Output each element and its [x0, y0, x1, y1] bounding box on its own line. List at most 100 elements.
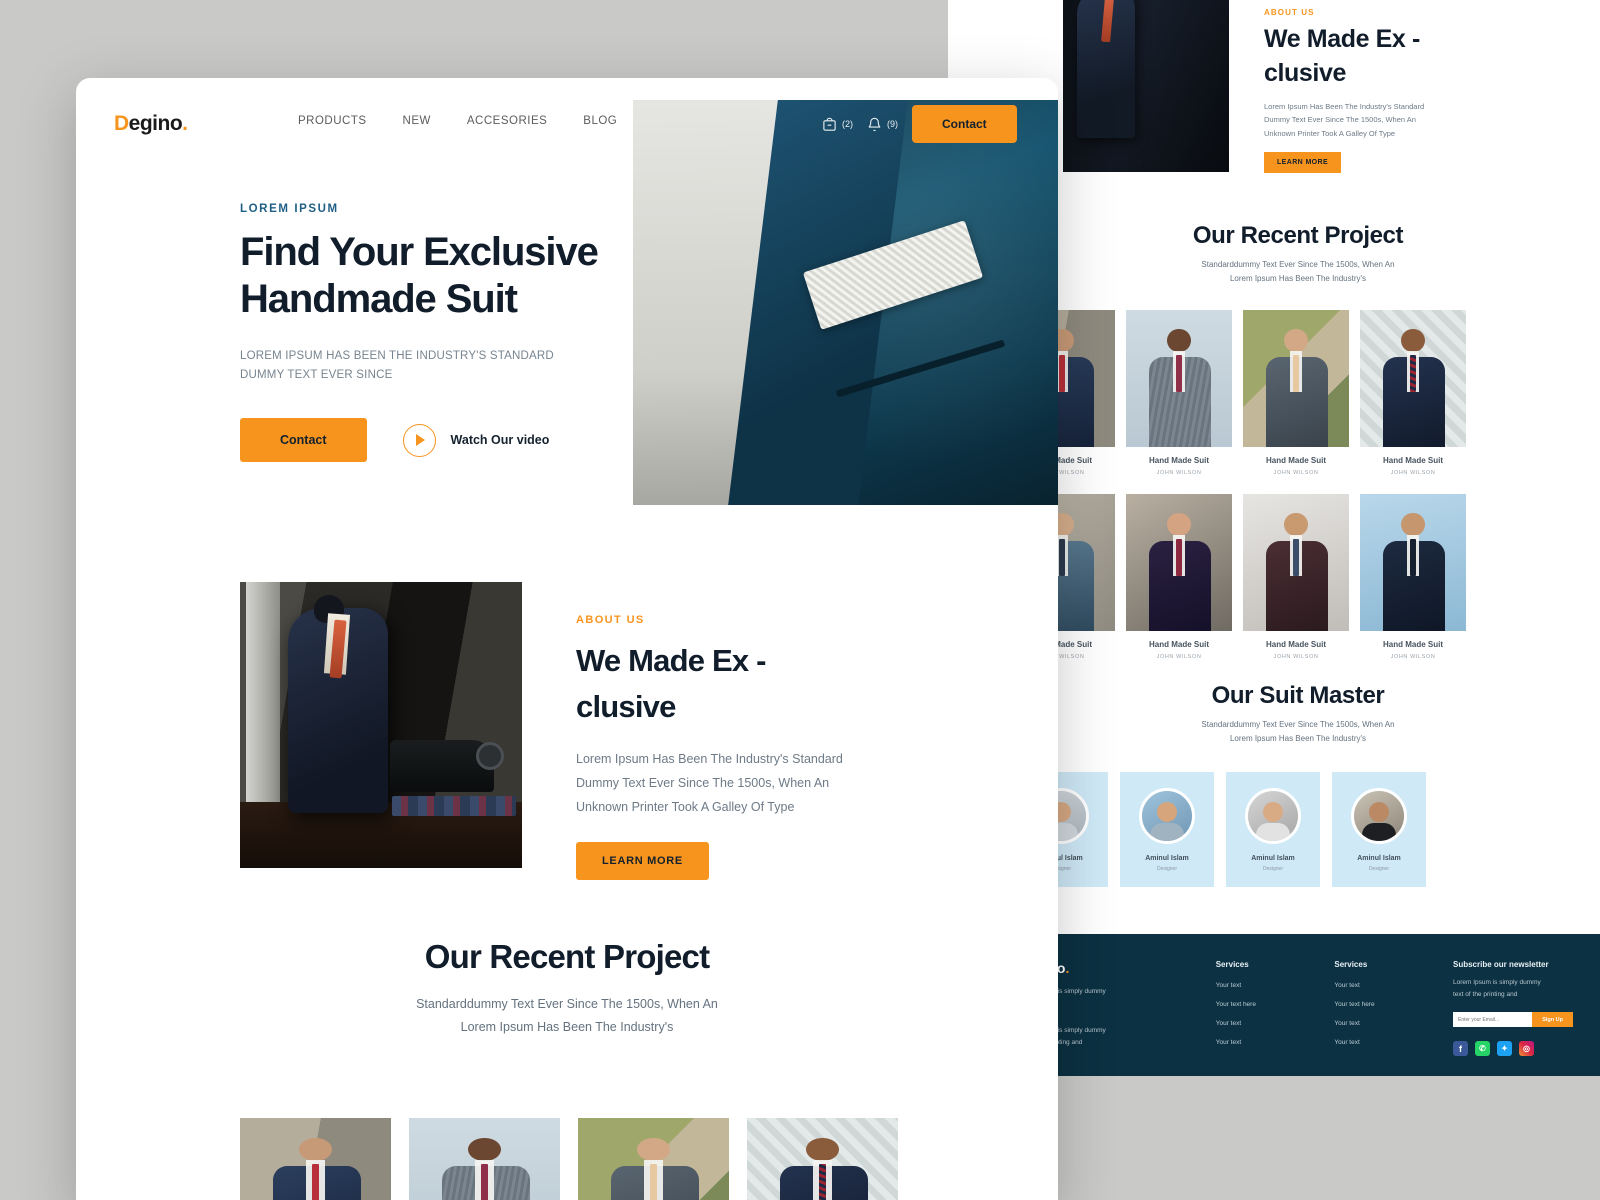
project-card-author: JOHN WILSON: [1156, 470, 1202, 476]
contact-button[interactable]: Contact: [912, 105, 1017, 143]
project-card[interactable]: [578, 1118, 729, 1200]
footer-link[interactable]: Your text: [1216, 1039, 1335, 1046]
project-image: [1126, 494, 1232, 631]
project-card-author: JOHN WILSON: [1390, 470, 1436, 476]
twitter-icon[interactable]: ✦: [1497, 1041, 1512, 1057]
recent-project-sub-line2: Lorem Ipsum Has Been The Industry's: [460, 1020, 674, 1035]
master-role: Designer: [1368, 866, 1389, 872]
about-title-line2: clusive: [576, 688, 676, 724]
avatar: [1139, 788, 1195, 844]
project-card-title: Hand Made Suit: [1148, 640, 1209, 649]
hero-content: LOREM IPSUM Find Your Exclusive Handmade…: [240, 203, 640, 463]
footer-link[interactable]: Your text: [1334, 1020, 1453, 1027]
nav-menu: PRODUCTS NEW ACCESORIES BLOG: [298, 115, 617, 127]
newsletter-body-line1: Lorem Ipsum is simply dummy: [1453, 979, 1541, 986]
notifications-button[interactable]: (9): [867, 117, 898, 132]
project-card-title: Hand Made Suit: [1148, 456, 1209, 465]
newsletter-signup-button[interactable]: Sign Up: [1532, 1012, 1573, 1028]
instagram-icon[interactable]: ◎: [1519, 1041, 1534, 1057]
project-card-title: Hand Made Suit: [1382, 456, 1443, 465]
project-card[interactable]: [747, 1118, 898, 1200]
avatar: [1351, 788, 1407, 844]
back-about-title-line2: clusive: [1264, 58, 1346, 87]
back-recent-sub-line1: Standarddummy Text Ever Since The 1500s,…: [1201, 260, 1395, 269]
project-image: [1243, 310, 1349, 447]
watch-video-button[interactable]: Watch Our video: [402, 423, 550, 457]
footer-link[interactable]: Your text: [1334, 1039, 1453, 1046]
nav-item-blog[interactable]: BLOG: [583, 115, 617, 127]
project-card-title: Hand Made Suit: [1265, 640, 1326, 649]
hero-subtitle-line1: LOREM IPSUM HAS BEEN THE INDUSTRY'S STAN…: [240, 350, 554, 363]
project-card[interactable]: [409, 1118, 560, 1200]
master-role: Designer: [1156, 866, 1177, 872]
about-content: ABOUT US We Made Ex - clusive Lorem Ipsu…: [576, 614, 906, 881]
nav-item-accesories[interactable]: ACCESORIES: [467, 115, 547, 127]
master-card[interactable]: Aminul Islam Designer: [1332, 772, 1426, 887]
hero-title-line2: Handmade Suit: [240, 277, 518, 322]
project-card[interactable]: Hand Made Suit JOHN WILSON: [1126, 494, 1232, 660]
back-recent-sub-line2: Lorem Ipsum Has Been The Industry's: [1229, 274, 1367, 283]
footer-link[interactable]: Your text: [1216, 982, 1335, 989]
hero-contact-button[interactable]: Contact: [240, 418, 367, 463]
footer-services-column-1: Services Your text Your text here Your t…: [1216, 960, 1335, 1058]
back-about-body-line1: Lorem Ipsum Has Been The Industry's Stan…: [1264, 101, 1425, 111]
whatsapp-icon[interactable]: ✆: [1475, 1041, 1490, 1057]
bell-icon: [868, 117, 881, 131]
project-card[interactable]: Hand Made Suit JOHN WILSON: [1126, 310, 1232, 476]
footer-link[interactable]: Your text: [1216, 1020, 1335, 1027]
master-name: Aminul Islam: [1357, 855, 1401, 862]
recent-project-grid: [240, 1118, 898, 1200]
nav-item-products[interactable]: PRODUCTS: [298, 115, 367, 127]
back-learn-more-button[interactable]: LEARN MORE: [1264, 152, 1342, 174]
newsletter-form: Sign Up: [1453, 1012, 1573, 1028]
footer-social-links: f ✆ ✦ ◎: [1453, 1041, 1600, 1057]
project-card-title: Hand Made Suit: [1265, 456, 1326, 465]
newsletter-email-input[interactable]: [1453, 1012, 1533, 1028]
footer-services-column-2: Services Your text Your text here Your t…: [1334, 960, 1453, 1058]
project-image: [1126, 310, 1232, 447]
play-icon: [402, 423, 436, 457]
learn-more-button[interactable]: LEARN MORE: [576, 842, 709, 881]
master-name: Aminul Islam: [1251, 855, 1295, 862]
recent-project-title: Our Recent Project: [424, 938, 710, 975]
footer-link[interactable]: Your text here: [1334, 1001, 1453, 1008]
master-name: Aminul Islam: [1145, 855, 1189, 862]
screenshot-stage: ABOUT US We Made Ex - clusive Lorem Ipsu…: [0, 0, 1600, 1200]
nav-item-new[interactable]: NEW: [403, 115, 431, 127]
facebook-icon[interactable]: f: [1453, 1041, 1468, 1057]
project-card[interactable]: [240, 1118, 391, 1200]
recent-project-sub-line1: Standarddummy Text Ever Since The 1500s,…: [416, 997, 718, 1011]
notification-count: (9): [887, 119, 898, 129]
logo[interactable]: Degino.: [114, 112, 188, 136]
cart-count: (2): [842, 119, 853, 129]
footer-column-heading: Services: [1334, 960, 1368, 969]
nav-actions: (2) (9) Contact: [822, 105, 1017, 143]
project-card-author: JOHN WILSON: [1273, 654, 1319, 660]
back-about-image: [1063, 0, 1229, 172]
project-card[interactable]: Hand Made Suit JOHN WILSON: [1360, 494, 1466, 660]
master-card[interactable]: Aminul Islam Designer: [1226, 772, 1320, 887]
back-about-body-line2: Dummy Text Ever Since The 1500s, When An: [1264, 115, 1416, 125]
master-card[interactable]: Aminul Islam Designer: [1120, 772, 1214, 887]
back-about-eyebrow: ABOUT US: [1264, 8, 1315, 17]
about-body-line1: Lorem Ipsum Has Been The Industry's Stan…: [576, 752, 843, 767]
footer-newsletter-column: Subscribe our newsletter Lorem Ipsum is …: [1453, 960, 1600, 1058]
project-card[interactable]: Hand Made Suit JOHN WILSON: [1243, 494, 1349, 660]
back-suit-master-sub-line1: Standarddummy Text Ever Since The 1500s,…: [1201, 720, 1395, 729]
primary-page-mockup: Degino. PRODUCTS NEW ACCESORIES BLOG (2): [76, 78, 1058, 1200]
footer-link[interactable]: Your text here: [1216, 1001, 1335, 1008]
shopping-bag-icon: [823, 117, 836, 131]
project-image: [1243, 494, 1349, 631]
project-card[interactable]: Hand Made Suit JOHN WILSON: [1360, 310, 1466, 476]
footer-link[interactable]: Your text: [1334, 982, 1453, 989]
cart-button[interactable]: (2): [822, 117, 853, 132]
about-image: [240, 582, 522, 868]
newsletter-body-line2: text of the printing and: [1453, 990, 1518, 998]
recent-project-section: Our Recent Project Standarddummy Text Ev…: [76, 938, 1058, 1039]
watch-video-label: Watch Our video: [450, 433, 550, 448]
back-suit-master-sub-line2: Lorem Ipsum Has Been The Industry's: [1229, 734, 1367, 743]
back-about-title-line1: We Made Ex -: [1264, 25, 1420, 53]
project-card[interactable]: Hand Made Suit JOHN WILSON: [1243, 310, 1349, 476]
project-card-author: JOHN WILSON: [1156, 654, 1202, 660]
hero-subtitle-line2: DUMMY TEXT EVER SINCE: [240, 369, 393, 382]
